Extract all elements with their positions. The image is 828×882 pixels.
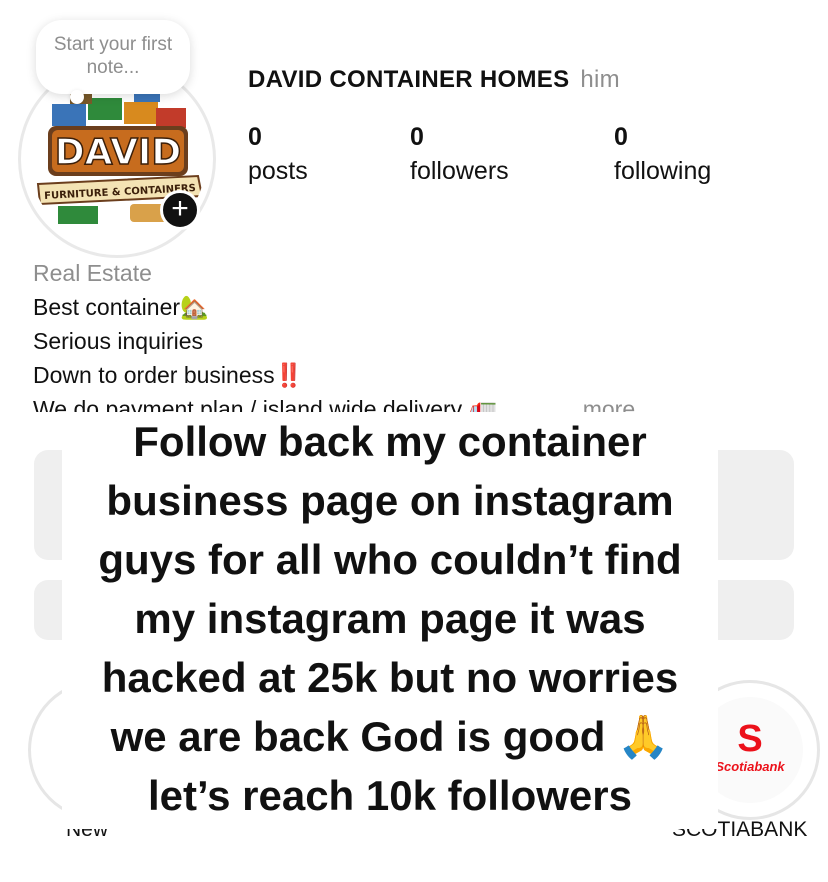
following-count: 0 <box>614 123 628 151</box>
plus-icon: + <box>171 192 189 225</box>
add-story-button[interactable]: + <box>160 190 200 230</box>
stat-posts[interactable]: 0 posts <box>248 120 308 188</box>
more-link[interactable]: ... more <box>557 396 635 412</box>
bio-line: Down to order business‼️ <box>33 362 304 388</box>
bio-line: We do payment plan / island wide deliver… <box>33 396 498 412</box>
posts-label: posts <box>248 157 308 185</box>
stat-following[interactable]: 0 following <box>614 120 711 188</box>
note-text: Start your first note... <box>53 34 173 78</box>
posts-count: 0 <box>248 123 262 151</box>
caption-overlay: Follow back my container business page o… <box>62 412 718 829</box>
display-name: DAVID CONTAINER HOMES <box>248 66 570 93</box>
pronoun: him <box>580 66 620 93</box>
bio-line-truncated: We do payment plan / island wide deliver… <box>33 392 733 412</box>
followers-count: 0 <box>410 123 424 151</box>
note-bubble-tail <box>70 90 84 104</box>
container-red-icon <box>156 108 186 128</box>
bio-category: Real Estate <box>33 260 152 286</box>
profile-name: DAVID CONTAINER HOMES him <box>248 66 620 94</box>
container-green-icon <box>88 98 122 120</box>
logo-brand-text: DAVID <box>55 132 181 173</box>
followers-label: followers <box>410 157 509 185</box>
bio: Real Estate Best container🏡 Serious inqu… <box>33 256 733 412</box>
stat-followers[interactable]: 0 followers <box>410 120 509 188</box>
note-bubble[interactable]: Start your first note... <box>36 20 190 94</box>
bio-line: Best container🏡 <box>33 294 209 320</box>
container-blue-icon <box>52 104 86 126</box>
bio-line: Serious inquiries <box>33 328 204 354</box>
following-label: following <box>614 157 712 185</box>
container-orange-icon <box>124 102 158 124</box>
